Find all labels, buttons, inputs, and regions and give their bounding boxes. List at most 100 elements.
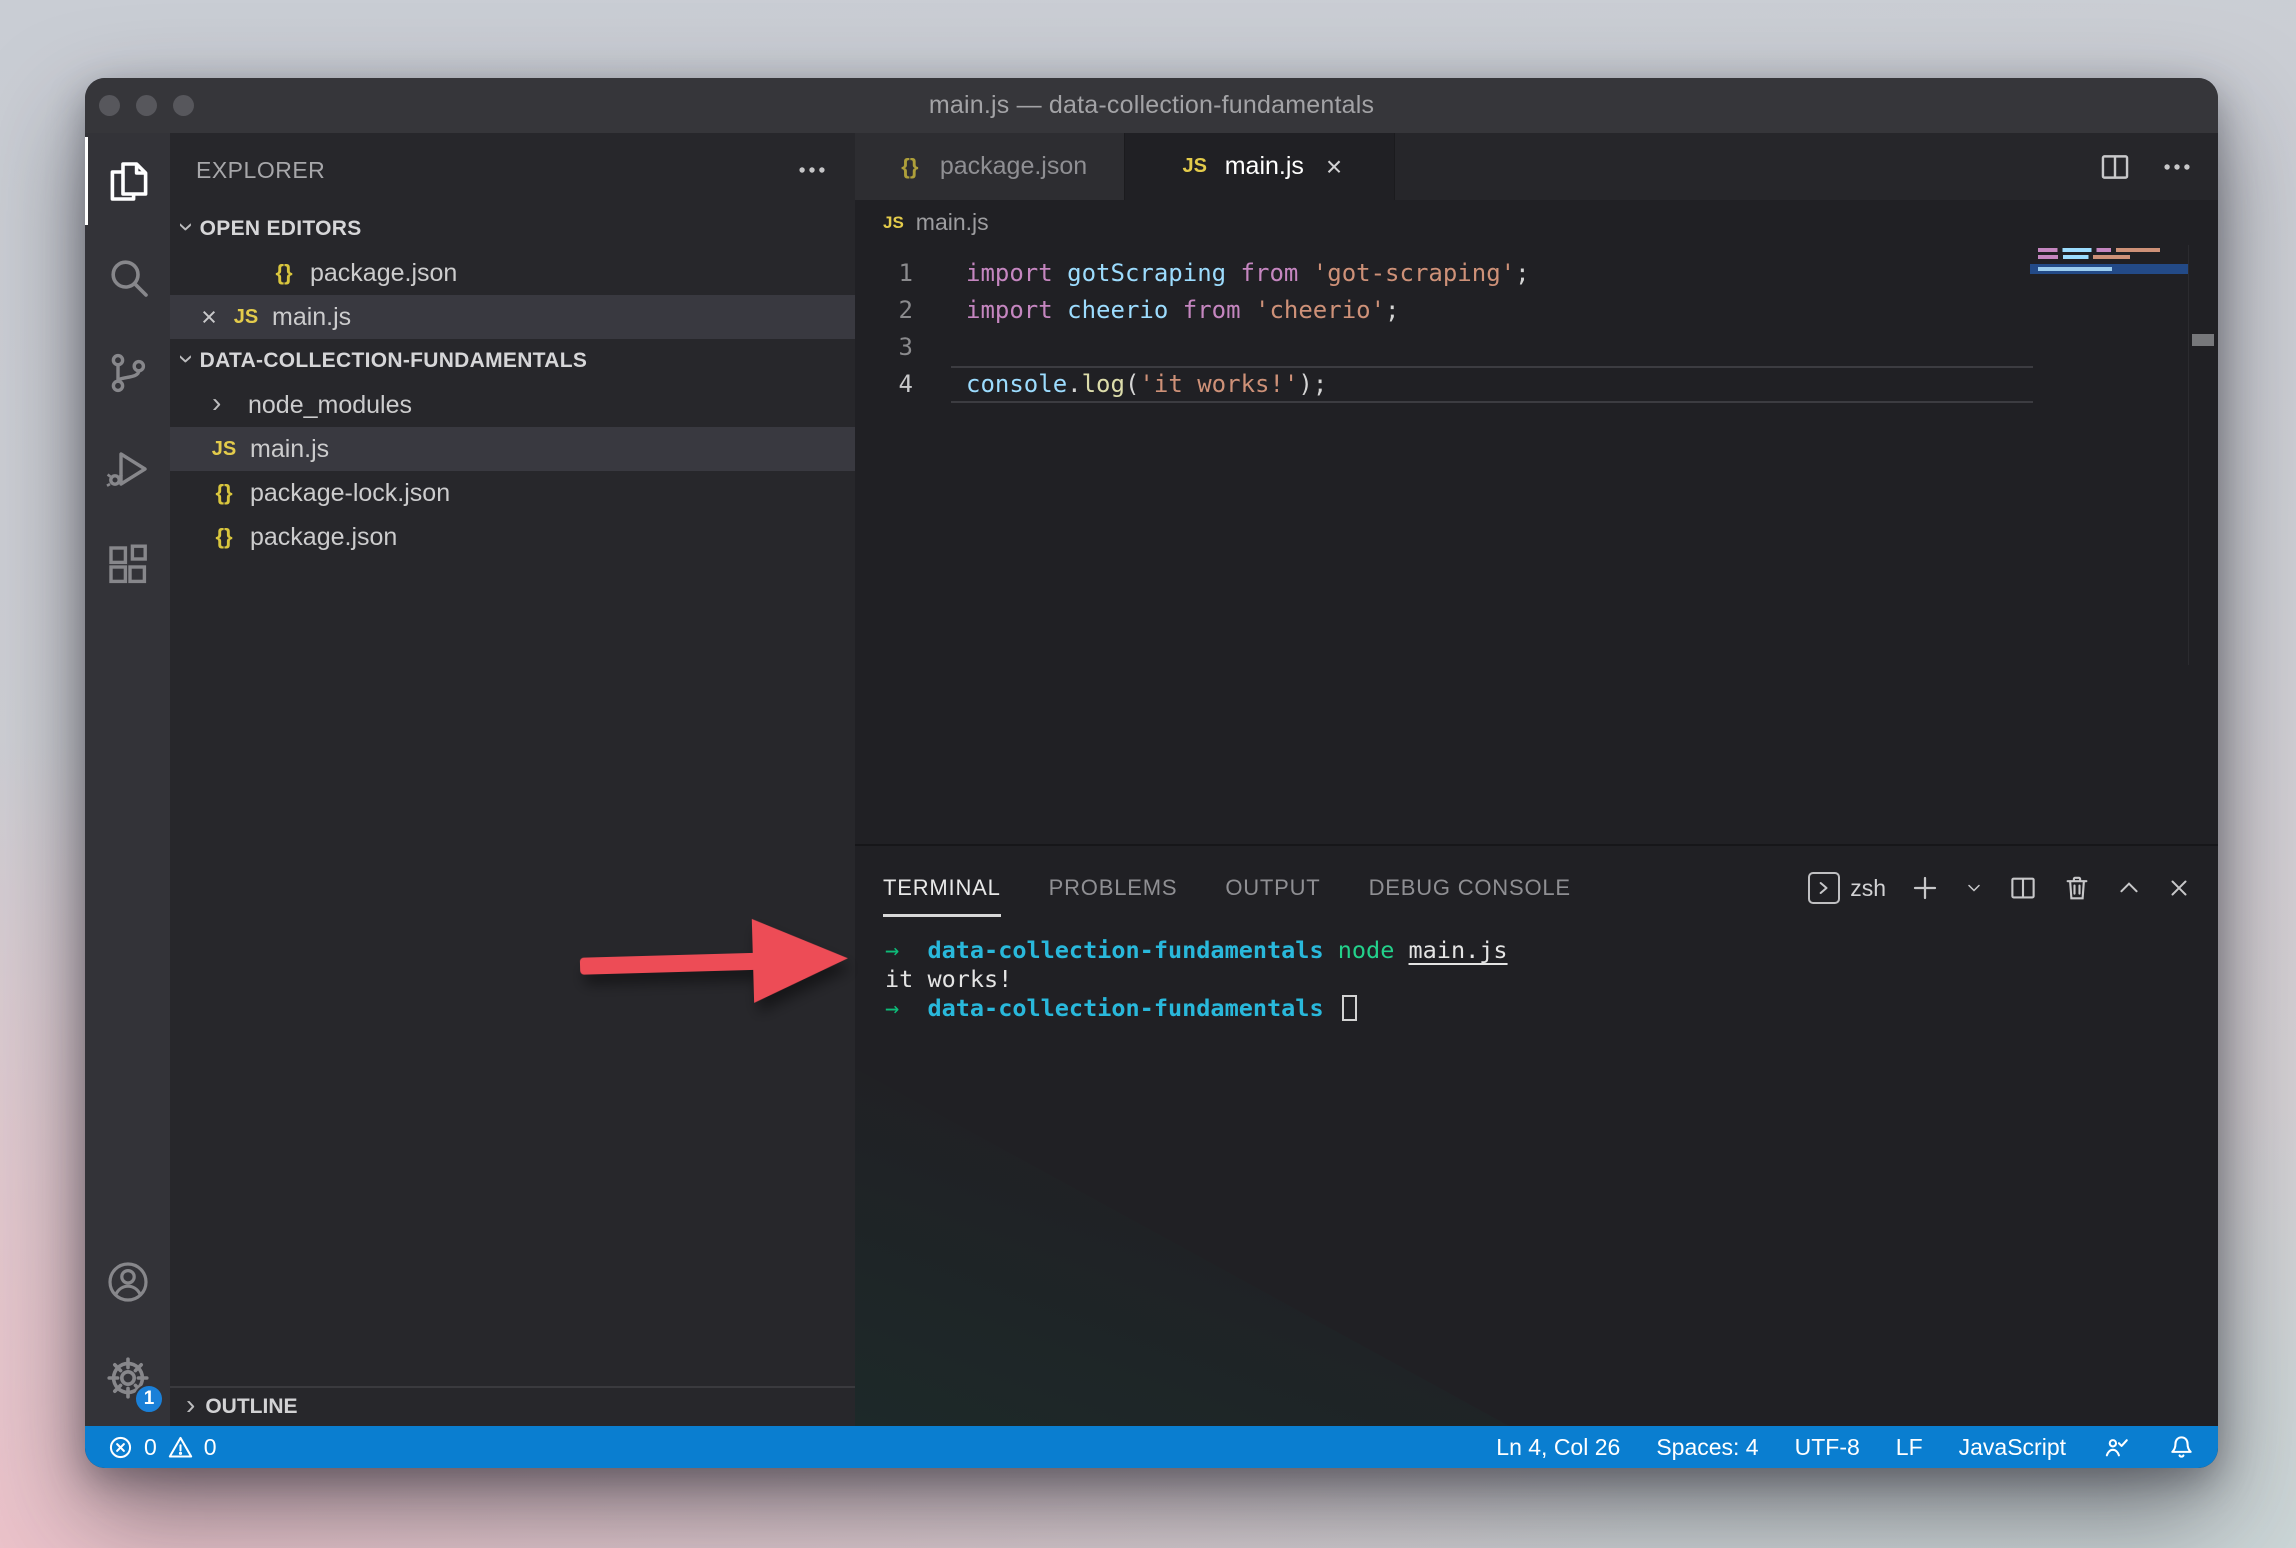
vscode-window: main.js — data-collection-fundamentals <box>85 78 2218 1468</box>
minimap-code-line <box>2038 255 2130 259</box>
source-control-icon <box>104 349 152 397</box>
terminal-dropdown-icon[interactable] <box>1964 878 1984 898</box>
json-file-icon: {} <box>892 154 928 180</box>
js-file-icon: JS <box>1177 155 1213 178</box>
window-title: main.js — data-collection-fundamentals <box>929 91 1374 120</box>
code-editor[interactable]: 1 import gotScraping from 'got-scraping'… <box>855 245 2218 844</box>
split-editor-icon[interactable] <box>2098 150 2132 184</box>
open-editors-section-header[interactable]: › OPEN EDITORS <box>170 207 855 251</box>
status-bar: 0 0 Ln 4, Col 26 Spaces: 4 UTF-8 LF Java… <box>85 1426 2218 1468</box>
split-terminal-icon[interactable] <box>2008 873 2038 903</box>
sidebar-header: EXPLORER <box>170 133 855 207</box>
json-file-icon: {} <box>206 480 242 506</box>
code-text: console.log('it works!'); <box>951 366 2033 403</box>
feedback-icon[interactable] <box>2102 1433 2131 1462</box>
problems-status[interactable]: 0 0 <box>107 1434 217 1461</box>
editor-actions <box>2098 133 2218 200</box>
indentation-status[interactable]: Spaces: 4 <box>1656 1434 1758 1461</box>
outline-section-header[interactable]: › OUTLINE <box>170 1386 855 1426</box>
file-label: package.json <box>250 523 397 552</box>
json-file-icon: {} <box>266 260 302 286</box>
error-count: 0 <box>144 1434 157 1461</box>
tree-item-node-modules[interactable]: › node_modules <box>170 383 855 427</box>
code-line: 3 <box>855 329 2218 366</box>
outline-label: OUTLINE <box>205 1395 297 1419</box>
activity-source-control[interactable] <box>85 325 170 421</box>
encoding-status[interactable]: UTF-8 <box>1795 1434 1860 1461</box>
scrollbar-thumb[interactable] <box>2192 334 2214 346</box>
code-line: 1 import gotScraping from 'got-scraping'… <box>855 255 2218 292</box>
activity-extensions[interactable] <box>85 517 170 613</box>
zoom-window-button[interactable] <box>173 95 194 116</box>
desktop-background: main.js — data-collection-fundamentals <box>0 0 2296 1548</box>
shell-name: zsh <box>1850 875 1886 902</box>
cursor-position-status[interactable]: Ln 4, Col 26 <box>1496 1434 1620 1461</box>
tree-item-package-lock-json[interactable]: {} package-lock.json <box>170 471 855 515</box>
window-controls <box>99 78 194 133</box>
tree-item-main-js[interactable]: JS main.js <box>170 427 855 471</box>
more-actions-icon[interactable] <box>2160 150 2194 184</box>
panel-tab-terminal[interactable]: TERMINAL <box>883 846 1001 930</box>
close-window-button[interactable] <box>99 95 120 116</box>
json-file-icon: {} <box>206 524 242 550</box>
workspace-section-header[interactable]: › DATA-COLLECTION-FUNDAMENTALS <box>170 339 855 383</box>
open-editor-package-json[interactable]: {} package.json <box>170 251 855 295</box>
maximize-panel-icon[interactable] <box>2116 875 2142 901</box>
minimize-window-button[interactable] <box>136 95 157 116</box>
breadcrumb-item: main.js <box>916 209 989 236</box>
js-file-icon: JS <box>228 306 264 329</box>
open-editor-main-js[interactable]: × JS main.js <box>170 295 855 339</box>
activity-settings[interactable]: 1 <box>85 1330 170 1426</box>
search-icon <box>104 253 152 301</box>
minimap[interactable] <box>2030 245 2188 385</box>
code-text: import cheerio from 'cheerio'; <box>951 292 2033 329</box>
notifications-bell-icon[interactable] <box>2167 1433 2196 1462</box>
language-mode-status[interactable]: JavaScript <box>1959 1434 2066 1461</box>
extensions-icon <box>104 541 152 589</box>
tab-label: main.js <box>1225 152 1304 181</box>
explorer-more-actions-button[interactable] <box>795 153 829 187</box>
activity-search[interactable] <box>85 229 170 325</box>
activity-accounts[interactable] <box>85 1234 170 1330</box>
close-icon[interactable]: × <box>190 302 228 333</box>
kill-terminal-trash-icon[interactable] <box>2062 873 2092 903</box>
eol-status[interactable]: LF <box>1896 1434 1923 1461</box>
chevron-down-icon: › <box>173 354 201 364</box>
title-bar[interactable]: main.js — data-collection-fundamentals <box>85 78 2218 133</box>
run-debug-icon <box>104 445 152 493</box>
panel-tab-problems[interactable]: PROBLEMS <box>1049 846 1178 930</box>
tab-label: package.json <box>940 152 1087 181</box>
explorer-sidebar: EXPLORER › OPEN EDITORS {} package.json … <box>170 133 855 1426</box>
code-line: 2 import cheerio from 'cheerio'; <box>855 292 2218 329</box>
warning-icon <box>167 1434 194 1461</box>
editor-tabs-bar: {} package.json JS main.js × <box>855 133 2218 200</box>
minimap-code-line <box>2038 248 2160 252</box>
shell-selector[interactable]: zsh <box>1808 872 1886 904</box>
close-panel-icon[interactable] <box>2166 875 2192 901</box>
code-line-current: 4 console.log('it works!'); <box>855 366 2218 403</box>
activity-explorer[interactable] <box>85 133 170 229</box>
activity-run-debug[interactable] <box>85 421 170 517</box>
panel-tab-label: DEBUG CONSOLE <box>1369 875 1571 901</box>
warning-count: 0 <box>204 1434 217 1461</box>
account-icon <box>104 1258 152 1306</box>
file-label: package.json <box>310 259 457 288</box>
tab-package-json[interactable]: {} package.json <box>855 133 1125 200</box>
code-text: import gotScraping from 'got-scraping'; <box>951 255 2033 292</box>
folder-label: node_modules <box>248 391 412 420</box>
close-icon[interactable]: × <box>1326 151 1342 183</box>
panel-tab-debug-console[interactable]: DEBUG CONSOLE <box>1369 846 1571 930</box>
sidebar-empty-space <box>170 559 855 1386</box>
terminal-actions: zsh <box>1808 846 2192 930</box>
breadcrumb[interactable]: JS main.js <box>855 200 2218 245</box>
file-label: main.js <box>250 435 329 464</box>
open-editors-label: OPEN EDITORS <box>200 217 362 241</box>
panel-tab-output[interactable]: OUTPUT <box>1225 846 1320 930</box>
error-icon <box>107 1434 134 1461</box>
terminal-output[interactable]: → data-collection-fundamentals node main… <box>855 930 2218 1426</box>
new-terminal-icon[interactable] <box>1910 873 1940 903</box>
scrollbar-track[interactable] <box>2188 245 2218 665</box>
tree-item-package-json[interactable]: {} package.json <box>170 515 855 559</box>
panel-tab-label: OUTPUT <box>1225 875 1320 901</box>
tab-main-js[interactable]: JS main.js × <box>1125 133 1395 200</box>
